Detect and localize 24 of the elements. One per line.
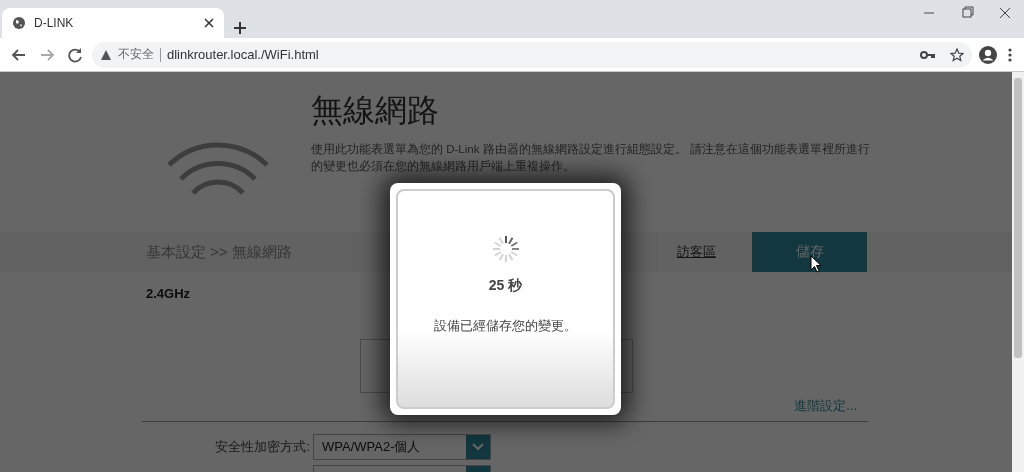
star-icon[interactable]	[950, 47, 964, 62]
advanced-settings-link[interactable]: 進階設定...	[794, 397, 857, 415]
saved-message: 設備已經儲存您的變更。	[434, 317, 577, 335]
save-button[interactable]: 儲存	[752, 232, 867, 272]
scrollbar-thumb[interactable]	[1014, 78, 1022, 358]
warning-icon	[100, 48, 112, 61]
profile-icon[interactable]	[978, 44, 998, 65]
security-mode-select[interactable]: WPA/WPA2-個人	[313, 434, 491, 460]
band-heading: 2.4GHz	[146, 286, 191, 301]
browser-tab[interactable]: D-LINK	[2, 8, 224, 38]
chevron-down-icon	[472, 443, 484, 451]
countdown-text: 25 秒	[488, 277, 523, 295]
page-title: 無線網路	[311, 90, 440, 131]
guest-zone-link[interactable]: 訪客區	[677, 243, 716, 261]
globe-icon	[12, 16, 26, 30]
tab-title: D-LINK	[34, 16, 75, 30]
close-tab-icon[interactable]	[204, 18, 214, 28]
new-tab-icon[interactable]	[234, 22, 246, 34]
spinner-icon	[491, 235, 520, 263]
url-text: dlinkrouter.local./WiFi.html	[167, 47, 320, 62]
address-bar[interactable]: 不安全 dlinkrouter.local./WiFi.html	[92, 41, 972, 68]
security-mode-label: 安全性加密方式:	[214, 438, 310, 456]
key-icon[interactable]	[920, 49, 936, 60]
security-label: 不安全	[118, 46, 154, 63]
